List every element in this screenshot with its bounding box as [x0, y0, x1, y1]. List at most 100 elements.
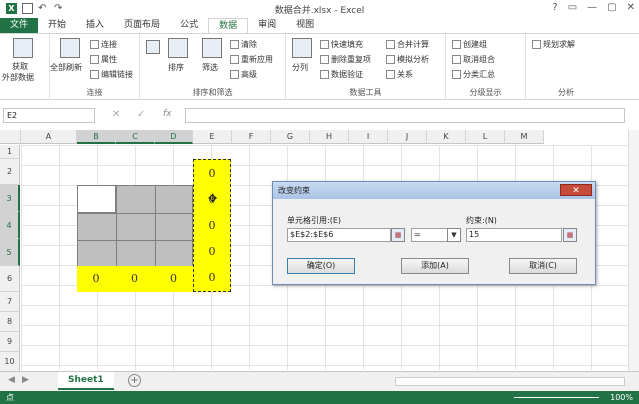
- text-to-columns-button[interactable]: 分列: [292, 62, 308, 73]
- dialog-title-bar[interactable]: 改变约束 ✕: [273, 182, 595, 199]
- dialog-close-button[interactable]: ✕: [560, 184, 592, 196]
- fx-icon[interactable]: fx: [163, 109, 172, 119]
- chevron-down-icon[interactable]: ▼: [447, 228, 461, 242]
- close-icon[interactable]: ✕: [627, 2, 635, 13]
- tab-home[interactable]: 开始: [38, 18, 76, 33]
- column-header-I[interactable]: I: [349, 130, 388, 144]
- cell-B3[interactable]: [78, 186, 116, 213]
- relationships-icon: [386, 70, 395, 79]
- tab-data[interactable]: 数据: [208, 18, 249, 33]
- get-external-data-label-1[interactable]: 获取: [12, 61, 28, 72]
- clear-button[interactable]: 清除: [230, 39, 257, 50]
- column-header-J[interactable]: J: [388, 130, 427, 144]
- move-cursor-icon: ✥: [208, 192, 218, 205]
- tab-formulas[interactable]: 公式: [170, 18, 208, 33]
- column-header-F[interactable]: F: [232, 130, 271, 144]
- column-header-D[interactable]: D: [155, 130, 193, 144]
- cell-E4[interactable]: 0: [194, 219, 230, 232]
- table-divider: [155, 186, 156, 266]
- reapply-button[interactable]: 重新应用: [230, 54, 273, 65]
- column-header-E[interactable]: E: [193, 130, 232, 144]
- column-header-H[interactable]: H: [310, 130, 349, 144]
- get-external-data-label-2[interactable]: 外部数据: [2, 72, 34, 83]
- column-header-K[interactable]: K: [427, 130, 466, 144]
- vertical-scrollbar[interactable]: [628, 130, 639, 371]
- constraint-label: 约束:(N): [466, 216, 497, 225]
- refresh-all-button[interactable]: 全部刷新: [50, 62, 82, 73]
- tab-insert[interactable]: 插入: [76, 18, 114, 33]
- add-button[interactable]: 添加(A): [401, 258, 469, 274]
- cancel-icon[interactable]: ✕: [112, 109, 120, 120]
- group-button[interactable]: 创建组: [452, 39, 487, 50]
- solver-icon: [532, 40, 541, 49]
- name-box[interactable]: E2: [3, 108, 95, 123]
- ok-button[interactable]: 确定(O): [287, 258, 355, 274]
- sheet-next-icon[interactable]: ▶: [22, 375, 29, 385]
- tab-view[interactable]: 视图: [286, 18, 324, 33]
- horizontal-scrollbar[interactable]: [395, 377, 625, 386]
- row-header-5[interactable]: 5: [0, 239, 20, 266]
- add-sheet-icon[interactable]: +: [128, 374, 141, 387]
- cell-E2[interactable]: 0: [194, 167, 230, 180]
- zoom-slider[interactable]: [514, 397, 599, 398]
- cell-B6[interactable]: 0: [77, 272, 115, 285]
- constraint-collapse-icon[interactable]: ▦: [563, 228, 577, 242]
- column-header-M[interactable]: M: [505, 130, 544, 144]
- filter-button[interactable]: 筛选: [202, 62, 218, 73]
- row-header-3[interactable]: 3: [0, 185, 20, 212]
- properties-button[interactable]: 属性: [90, 54, 117, 65]
- remove-duplicates-icon: [320, 55, 329, 64]
- cell-D6[interactable]: 0: [154, 272, 193, 285]
- relationships-button[interactable]: 关系: [386, 69, 413, 80]
- cell-reference-input[interactable]: $E$2:$E$6: [287, 228, 391, 242]
- row-header-1[interactable]: 1: [0, 145, 20, 159]
- select-all-corner[interactable]: [0, 130, 21, 144]
- subtotal-button[interactable]: 分类汇总: [452, 69, 495, 80]
- formula-input[interactable]: [185, 108, 625, 123]
- maximize-icon[interactable]: ▢: [607, 2, 616, 13]
- cell-E6[interactable]: 0: [194, 271, 230, 284]
- row-header-10[interactable]: 10: [0, 352, 20, 372]
- cell-reference-collapse-icon[interactable]: ▦: [391, 228, 405, 242]
- column-header-A[interactable]: A: [21, 130, 77, 144]
- remove-duplicates-button[interactable]: 删除重复项: [320, 54, 371, 65]
- window-title: 数据合并.xlsx - Excel: [274, 6, 365, 16]
- ungroup-button[interactable]: 取消组合: [452, 54, 495, 65]
- solver-button[interactable]: 规划求解: [532, 39, 575, 50]
- column-header-G[interactable]: G: [271, 130, 310, 144]
- analysis-group-label: 分析: [558, 88, 574, 97]
- constraint-input[interactable]: 15: [466, 228, 562, 242]
- row-header-2[interactable]: 2: [0, 159, 20, 185]
- row-header-8[interactable]: 8: [0, 312, 20, 332]
- row-header-9[interactable]: 9: [0, 332, 20, 352]
- tab-page-layout[interactable]: 页面布局: [114, 18, 170, 33]
- minimize-icon[interactable]: —: [587, 2, 597, 13]
- data-validation-button[interactable]: 数据验证: [320, 69, 363, 80]
- advanced-button[interactable]: 高级: [230, 69, 257, 80]
- cancel-button[interactable]: 取消(C): [509, 258, 577, 274]
- enter-icon[interactable]: ✓: [137, 109, 145, 120]
- sort-az-icon[interactable]: [146, 40, 160, 54]
- sheet-tab-sheet1[interactable]: Sheet1: [58, 372, 114, 390]
- column-header-B[interactable]: B: [77, 130, 116, 144]
- flash-fill-button[interactable]: 快速填充: [320, 39, 363, 50]
- consolidate-button[interactable]: 合并计算: [386, 39, 429, 50]
- sheet-prev-icon[interactable]: ◀: [8, 375, 15, 385]
- title-bar: X ↶ ↷ 数据合并.xlsx - Excel ? ▭ — ▢ ✕: [0, 0, 639, 18]
- row-header-6[interactable]: 6: [0, 266, 20, 292]
- help-icon[interactable]: ?: [552, 2, 557, 13]
- sort-button[interactable]: 排序: [168, 62, 184, 73]
- edit-links-button[interactable]: 编辑链接: [90, 69, 133, 80]
- ribbon-display-icon[interactable]: ▭: [568, 2, 577, 13]
- tab-file[interactable]: 文件: [0, 18, 39, 33]
- cell-E5[interactable]: 0: [194, 245, 230, 258]
- cell-C6[interactable]: 0: [115, 272, 154, 285]
- what-if-button[interactable]: 模拟分析: [386, 54, 429, 65]
- row-header-7[interactable]: 7: [0, 292, 20, 312]
- connections-button[interactable]: 连接: [90, 39, 117, 50]
- row-header-4[interactable]: 4: [0, 212, 20, 239]
- tab-review[interactable]: 审阅: [248, 18, 286, 33]
- group-data-tools: 分列 快速填充 删除重复项 数据验证 合并计算 模拟分析 关系 数据工具: [286, 34, 446, 100]
- column-header-L[interactable]: L: [466, 130, 505, 144]
- column-header-C[interactable]: C: [116, 130, 155, 144]
